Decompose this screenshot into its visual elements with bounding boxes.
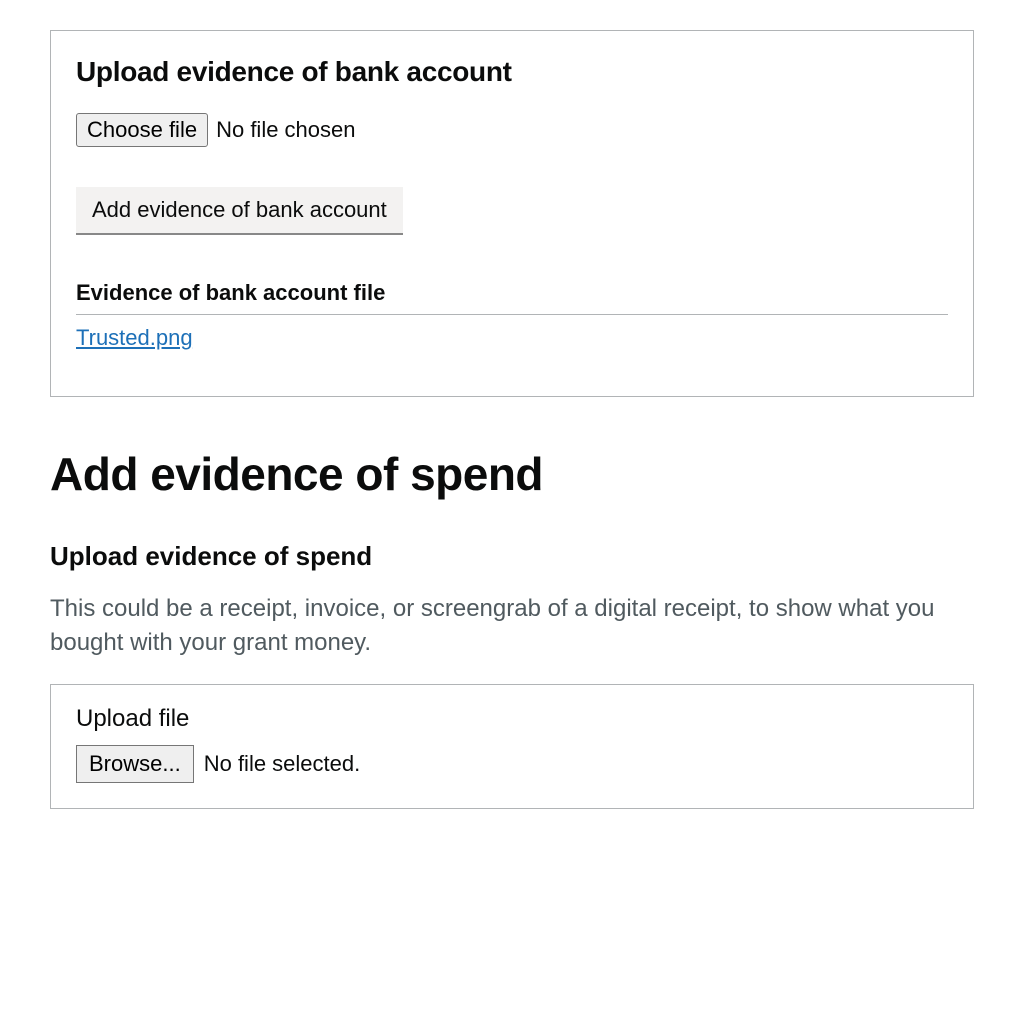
bank-file-picker: Choose file No file chosen bbox=[76, 113, 356, 147]
bank-evidence-panel: Upload evidence of bank account Choose f… bbox=[50, 30, 974, 397]
upload-file-label: Upload file bbox=[76, 705, 948, 733]
spend-hint-text: This could be a receipt, invoice, or scr… bbox=[50, 592, 974, 659]
spend-upload-panel: Upload file Browse... No file selected. bbox=[50, 684, 974, 809]
spend-section-heading: Add evidence of spend bbox=[50, 447, 974, 501]
choose-file-status: No file chosen bbox=[216, 117, 355, 143]
browse-button[interactable]: Browse... bbox=[76, 745, 194, 783]
bank-file-heading: Evidence of bank account file bbox=[76, 280, 948, 315]
browse-status: No file selected. bbox=[204, 751, 361, 777]
spend-subsection-heading: Upload evidence of spend bbox=[50, 541, 974, 572]
bank-panel-title: Upload evidence of bank account bbox=[76, 56, 948, 88]
add-bank-evidence-button[interactable]: Add evidence of bank account bbox=[76, 187, 403, 235]
choose-file-button[interactable]: Choose file bbox=[76, 113, 208, 147]
spend-file-picker: Browse... No file selected. bbox=[76, 745, 360, 783]
bank-file-link[interactable]: Trusted.png bbox=[76, 325, 193, 351]
